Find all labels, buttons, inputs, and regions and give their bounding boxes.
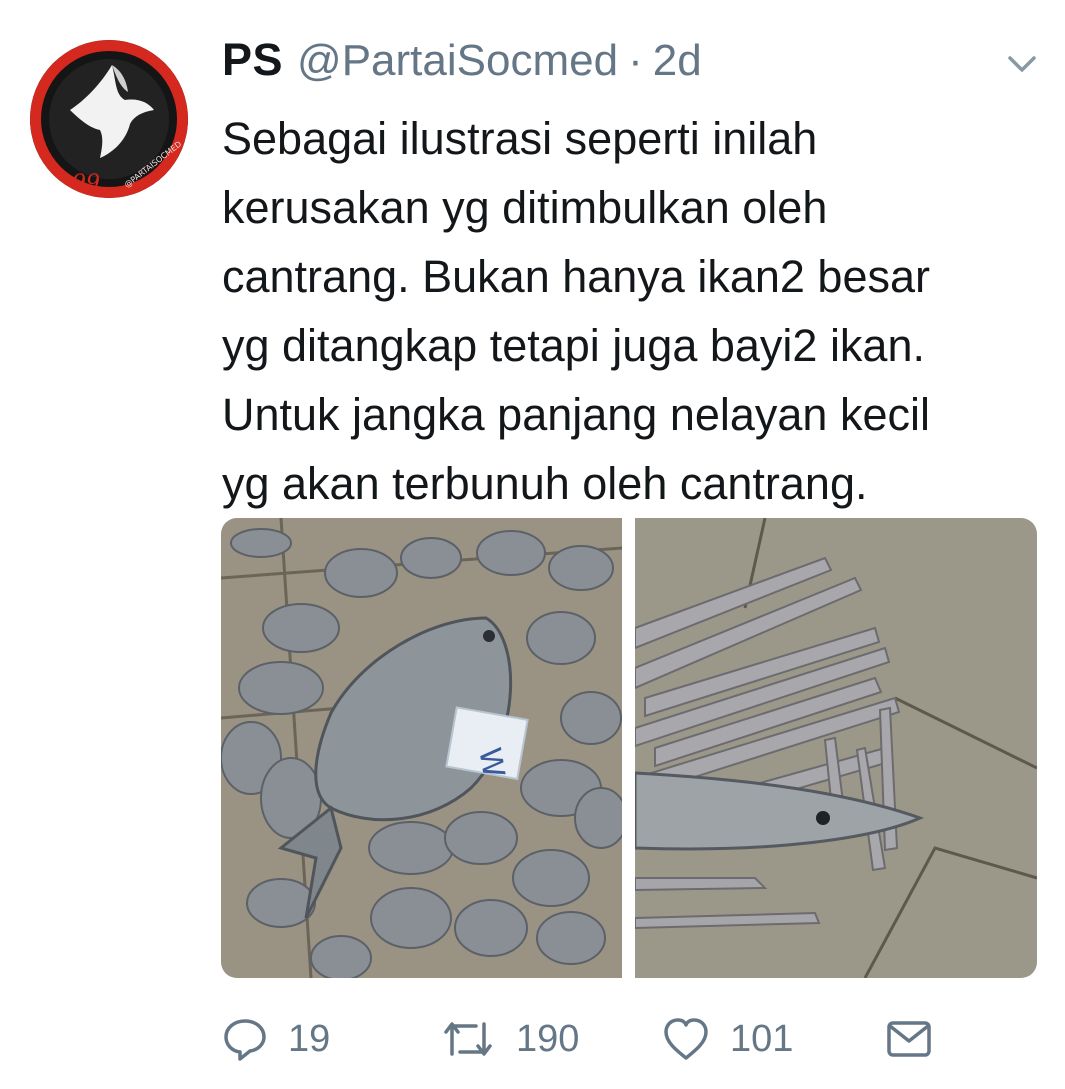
tweet-text: Sebagai ilustrasi seperti inilah kerusak… xyxy=(222,113,930,509)
heart-icon xyxy=(664,1018,708,1060)
tweet: 99 @PARTAISOCMED PS @PartaiSocmed · 2d S… xyxy=(0,0,1065,1089)
reply-button[interactable]: 19 xyxy=(222,1016,330,1062)
timestamp[interactable]: 2d xyxy=(653,36,702,86)
svg-text:99: 99 xyxy=(72,171,100,196)
like-button[interactable]: 101 xyxy=(662,1016,793,1062)
retweet-button[interactable]: 190 xyxy=(440,1016,579,1062)
retweet-icon xyxy=(444,1022,492,1056)
retweet-count: 190 xyxy=(516,1017,580,1060)
media-photo-pomfret[interactable]: W xyxy=(221,518,622,978)
tweet-header: PS @PartaiSocmed · 2d xyxy=(222,34,702,94)
separator-dot: · xyxy=(628,36,643,85)
envelope-icon xyxy=(887,1021,931,1057)
direct-message-button[interactable] xyxy=(886,1016,932,1062)
reply-count: 19 xyxy=(288,1017,331,1060)
user-handle[interactable]: @PartaiSocmed xyxy=(297,36,618,86)
reply-icon xyxy=(224,1019,266,1061)
like-count: 101 xyxy=(730,1017,794,1060)
media-photo-barracuda[interactable] xyxy=(635,518,1037,978)
photo-label: W xyxy=(471,745,511,780)
tweet-actions: 19 190 101 xyxy=(0,1000,1065,1080)
display-name[interactable]: PS xyxy=(222,34,283,86)
chevron-down-icon[interactable] xyxy=(1004,50,1040,78)
avatar[interactable]: 99 @PARTAISOCMED xyxy=(30,40,188,198)
